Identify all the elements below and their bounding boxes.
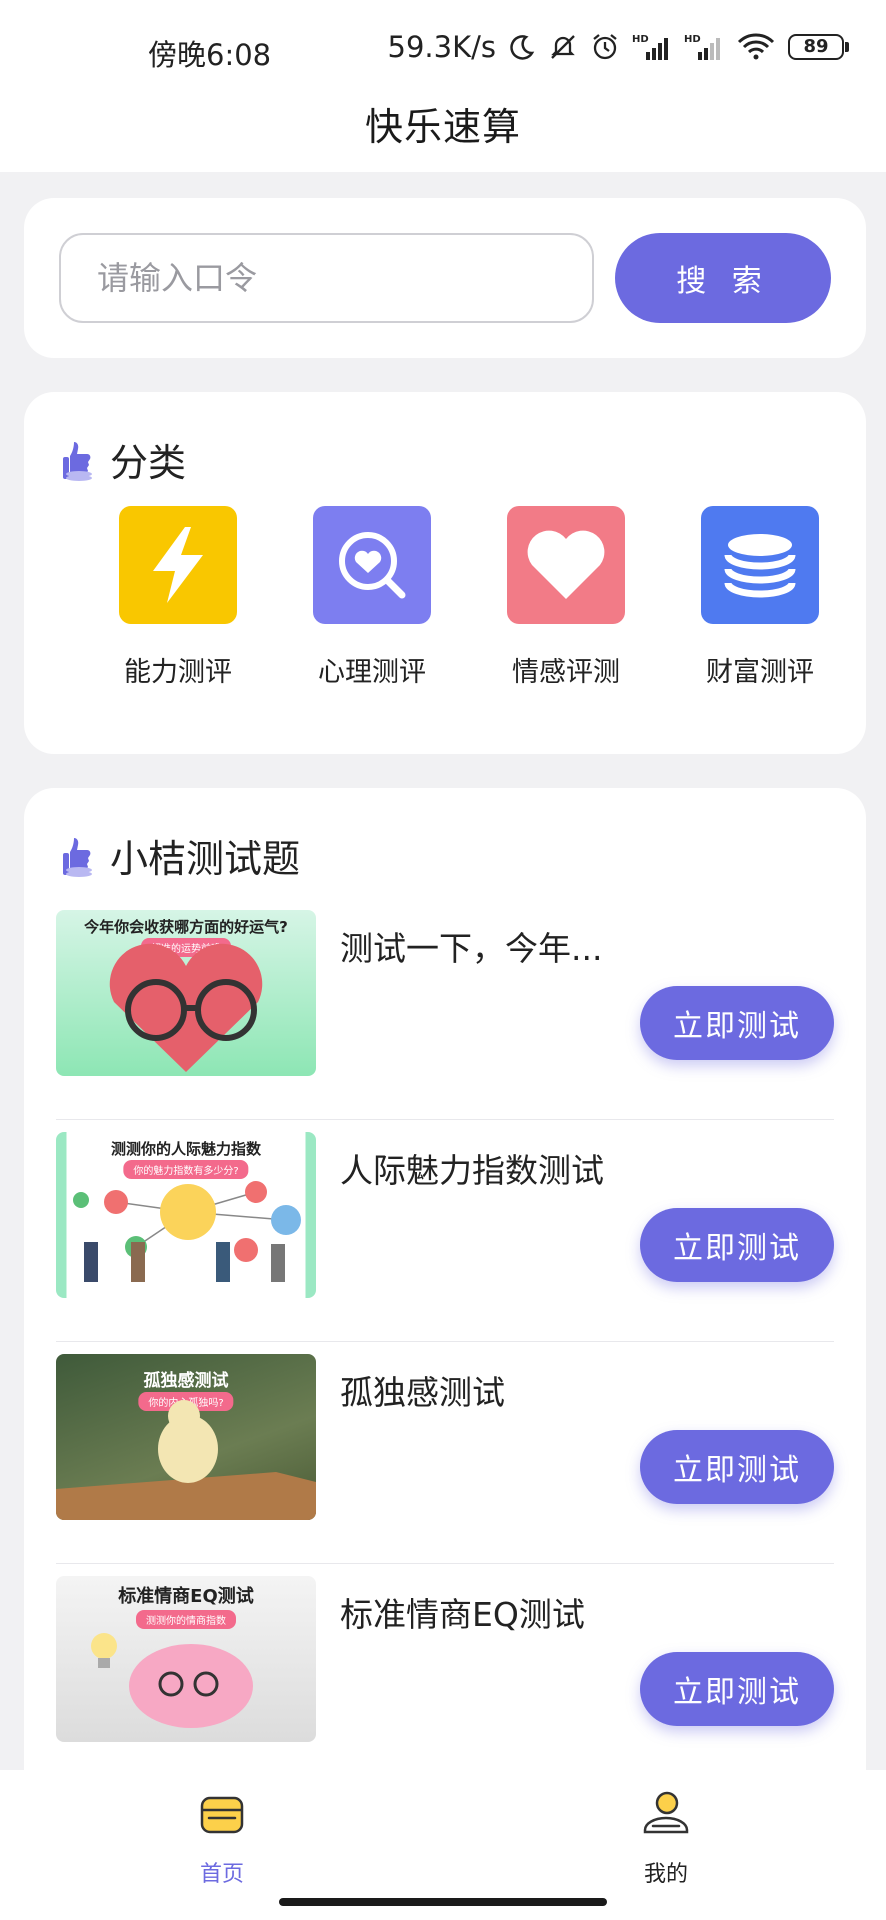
coins-stack-icon xyxy=(701,506,819,624)
status-time: 傍晚6:08 xyxy=(148,38,272,72)
lonely-girl-illustration xyxy=(56,1400,316,1520)
quiz-section-header: 小桔测试题 xyxy=(62,828,300,883)
search-button[interactable]: 搜 索 xyxy=(615,233,831,323)
mute-bell-icon xyxy=(548,32,578,62)
tab-me[interactable]: 我的 xyxy=(586,1788,746,1888)
heart-glasses-illustration xyxy=(109,943,263,1072)
quiz-title: 测试一下，今年... xyxy=(340,929,603,968)
signal-hd-icon: HD xyxy=(632,32,672,62)
category-label: 情感评测 xyxy=(512,657,620,688)
thumbs-up-icon xyxy=(63,837,92,877)
social-network-illustration xyxy=(73,1181,301,1282)
tab-home[interactable]: 首页 xyxy=(142,1788,302,1888)
tab-home-label: 首页 xyxy=(199,1862,244,1887)
alarm-icon xyxy=(590,32,620,62)
category-grid: 能力测评 心理测评 情感评测 财富测评 xyxy=(24,506,866,706)
category-psychology[interactable]: 心理测评 xyxy=(287,506,457,689)
quiz-thumbnail-luck: 今年你会收获哪方面的好运气? 超准的运势前瞻 xyxy=(56,910,316,1076)
category-ability[interactable]: 能力测评 xyxy=(93,506,263,689)
store-icon xyxy=(200,1796,244,1834)
quiz-title: 标准情商EQ测试 xyxy=(340,1595,585,1634)
start-test-button[interactable]: 立即测试 xyxy=(640,1208,834,1282)
network-speed: 59.3K/s xyxy=(387,30,496,64)
tab-me-label: 我的 xyxy=(643,1862,688,1887)
search-card: 搜 索 xyxy=(24,198,866,358)
category-emotion[interactable]: 情感评测 xyxy=(481,506,651,689)
svg-text:HD: HD xyxy=(684,34,701,45)
start-test-button[interactable]: 立即测试 xyxy=(640,1652,834,1726)
signal-hd-2-icon: HD xyxy=(684,32,724,62)
wifi-icon xyxy=(736,32,776,62)
category-card: 分类 能力测评 心理测评 情感评测 财富测评 xyxy=(24,392,866,754)
quiz-heading: 小桔测试题 xyxy=(110,837,301,881)
brain-illustration xyxy=(91,1633,253,1728)
category-wealth[interactable]: 财富测评 xyxy=(675,506,845,689)
app-title: 快乐速算 xyxy=(364,105,521,149)
quiz-item[interactable]: 测测你的人际魅力指数 你的魅力指数有多少分? 人际魅力指数测试 立即测试 xyxy=(56,1120,834,1342)
search-input[interactable] xyxy=(59,233,594,323)
moon-icon xyxy=(508,33,536,61)
status-right: 59.3K/s HD HD 89 xyxy=(387,30,849,64)
battery-indicator: 89 xyxy=(788,34,849,60)
quiz-thumbnail-loneliness: 孤独感测试 你的内心孤独吗? xyxy=(56,1354,316,1520)
quiz-thumbnail-charm: 测测你的人际魅力指数 你的魅力指数有多少分? xyxy=(56,1132,316,1298)
category-section-header: 分类 xyxy=(62,432,186,487)
user-icon xyxy=(643,1791,689,1834)
quiz-thumbnail-eq: 标准情商EQ测试 测测你的情商指数 xyxy=(56,1576,316,1742)
thumbs-up-icon xyxy=(63,441,92,481)
quiz-item[interactable]: 孤独感测试 你的内心孤独吗? 孤独感测试 立即测试 xyxy=(56,1342,834,1564)
heart-icon xyxy=(507,506,625,624)
category-heading: 分类 xyxy=(110,441,187,485)
top-bar: 傍晚6:08 59.3K/s HD HD 89 快乐速算 xyxy=(0,0,886,172)
svg-text:HD: HD xyxy=(632,34,649,45)
category-label: 能力测评 xyxy=(124,657,232,688)
status-bar: 傍晚6:08 59.3K/s HD HD 89 xyxy=(0,30,886,72)
category-label: 心理测评 xyxy=(318,657,426,688)
quiz-item[interactable]: 标准情商EQ测试 测测你的情商指数 标准情商EQ测试 立即测试 xyxy=(56,1564,834,1786)
heart-magnifier-icon xyxy=(313,506,431,624)
quiz-title: 孤独感测试 xyxy=(340,1373,505,1412)
start-test-button[interactable]: 立即测试 xyxy=(640,986,834,1060)
quiz-item[interactable]: 今年你会收获哪方面的好运气? 超准的运势前瞻 测试一下，今年... 立即测试 xyxy=(56,898,834,1120)
lightning-icon xyxy=(119,506,237,624)
quiz-title: 人际魅力指数测试 xyxy=(340,1151,604,1190)
start-test-button[interactable]: 立即测试 xyxy=(640,1430,834,1504)
home-indicator xyxy=(279,1898,607,1906)
category-label: 财富测评 xyxy=(706,657,814,688)
quiz-list-card: 小桔测试题 今年你会收获哪方面的好运气? 超准的运势前瞻 测试一下，今年... … xyxy=(24,788,866,1920)
